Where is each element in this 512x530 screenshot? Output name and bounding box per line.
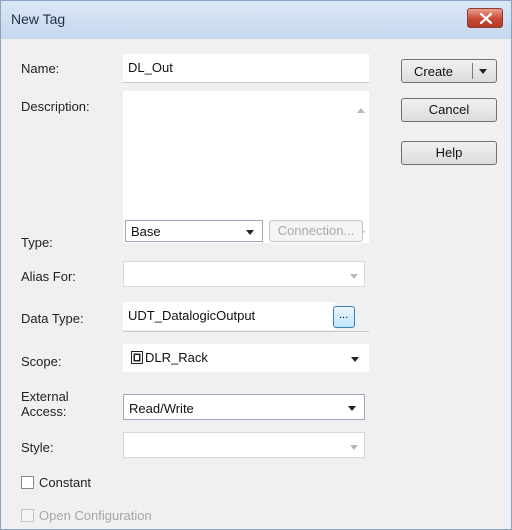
name-input[interactable]: DL_Out: [123, 54, 369, 82]
style-combobox: [123, 432, 365, 458]
scope-label: Scope:: [21, 354, 62, 369]
type-select[interactable]: Base: [125, 220, 263, 242]
external-access-value: Read/Write: [129, 401, 194, 416]
alias-for-dropdown-arrow-icon: [350, 274, 358, 279]
create-split-divider: [472, 63, 473, 79]
constant-checkbox[interactable]: [21, 476, 34, 489]
scope-select[interactable]: DLR_Rack: [123, 344, 369, 372]
style-dropdown-arrow-icon: [350, 445, 358, 450]
constant-label[interactable]: Constant: [39, 475, 91, 490]
scope-dropdown-arrow-icon[interactable]: [351, 357, 359, 362]
browse-ellipsis: ...: [339, 309, 349, 321]
type-value: Base: [131, 224, 161, 239]
external-access-label-line1: External: [21, 389, 69, 404]
external-access-label-line2: Access:: [21, 404, 67, 419]
data-type-input[interactable]: UDT_DatalogicOutput: [123, 302, 335, 330]
scope-value: DLR_Rack: [145, 350, 208, 365]
controller-icon: [131, 351, 143, 364]
cancel-button-label: Cancel: [428, 102, 470, 117]
close-button[interactable]: [467, 8, 503, 28]
data-type-underline: [123, 331, 369, 332]
name-underline: [123, 82, 369, 83]
type-dropdown-arrow-icon[interactable]: [246, 230, 254, 235]
connection-button-label: Connection...: [277, 223, 355, 238]
create-button[interactable]: Create: [401, 59, 497, 83]
alias-for-combobox: [123, 261, 365, 287]
type-label: Type:: [21, 235, 53, 250]
data-type-value: UDT_DatalogicOutput: [128, 308, 256, 323]
scroll-up-arrow-icon[interactable]: [357, 108, 365, 113]
alias-for-label: Alias For:: [21, 269, 76, 284]
external-access-select[interactable]: Read/Write: [123, 394, 365, 420]
dialog-body: Name: DL_Out Description: Create Cancel …: [9, 39, 501, 523]
create-dropdown-arrow-icon[interactable]: [479, 69, 487, 74]
dialog-title: New Tag: [11, 11, 66, 27]
name-label: Name:: [21, 61, 60, 76]
help-button[interactable]: Help: [401, 141, 497, 165]
new-tag-dialog: New Tag Name: DL_Out Description: Create: [0, 0, 512, 530]
style-label: Style:: [21, 440, 54, 455]
connection-button: Connection...: [269, 220, 363, 242]
external-access-dropdown-arrow-icon[interactable]: [348, 406, 356, 411]
cancel-button[interactable]: Cancel: [401, 98, 497, 122]
help-button-label: Help: [435, 145, 463, 160]
open-configuration-checkbox: [21, 509, 34, 522]
description-label: Description:: [21, 99, 90, 114]
data-type-browse-button[interactable]: ...: [333, 306, 355, 328]
data-type-label: Data Type:: [21, 311, 84, 326]
create-button-label: Create: [414, 64, 454, 79]
name-value: DL_Out: [128, 60, 173, 75]
open-configuration-label: Open Configuration: [39, 508, 152, 523]
title-bar[interactable]: New Tag: [1, 1, 511, 39]
close-icon: [480, 13, 492, 24]
external-access-label: External Access:: [21, 389, 69, 419]
